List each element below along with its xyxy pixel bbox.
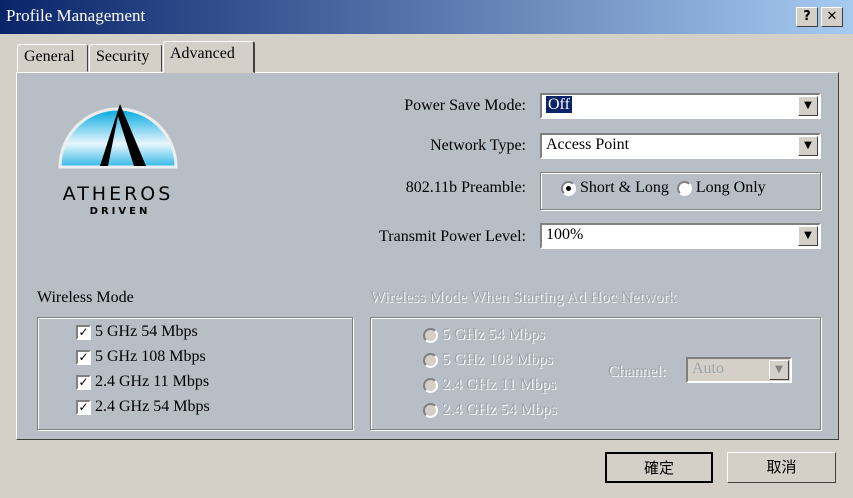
window-title: Profile Management (6, 6, 146, 25)
wireless-mode-group: ✓ 5 GHz 54 Mbps ✓ 5 GHz 108 Mbps ✓ 2.4 G… (37, 317, 353, 430)
adhoc-item: 2.4 GHz 54 Mbps (423, 401, 820, 426)
channel-select: Auto ▼ (686, 357, 792, 383)
atheros-logo: ATHEROS DRIVEN (50, 82, 185, 217)
wireless-mode-item[interactable]: ✓ 5 GHz 54 Mbps (76, 323, 352, 348)
radio-disabled (423, 377, 438, 393)
wireless-mode-label: Wireless Mode (37, 289, 134, 306)
help-button[interactable]: ? (796, 7, 818, 27)
checkbox-checked-icon[interactable]: ✓ (76, 324, 91, 340)
close-button[interactable]: ✕ (821, 7, 843, 27)
wireless-mode-item[interactable]: ✓ 2.4 GHz 11 Mbps (76, 373, 352, 398)
checkbox-checked-icon[interactable]: ✓ (76, 349, 91, 365)
radio-long-only[interactable] (676, 180, 692, 196)
ok-button[interactable]: 確定 (605, 452, 713, 483)
transmit-power-select[interactable]: 100% ▼ (540, 223, 821, 249)
preamble-label: 802.11b Preamble: (405, 179, 526, 196)
radio-short-long[interactable] (561, 180, 576, 196)
tab-general[interactable]: General (17, 44, 88, 72)
channel-label: Channel: (608, 363, 666, 380)
network-type-select[interactable]: Access Point ▼ (540, 133, 821, 159)
adhoc-label: Wireless Mode When Starting Ad Hoc Netwo… (370, 289, 677, 306)
title-bar: Profile Management (0, 0, 853, 34)
network-type-label: Network Type: (430, 137, 526, 154)
wireless-mode-item[interactable]: ✓ 5 GHz 108 Mbps (76, 348, 352, 373)
wireless-mode-item[interactable]: ✓ 2.4 GHz 54 Mbps (76, 398, 352, 423)
adhoc-item: 5 GHz 54 Mbps (423, 326, 820, 351)
svg-text:ATHEROS: ATHEROS (63, 183, 174, 205)
power-save-select[interactable]: Off ▼ (540, 93, 821, 119)
transmit-power-label: Transmit Power Level: (379, 228, 526, 245)
cancel-button[interactable]: 取消 (727, 452, 836, 483)
svg-text:DRIVEN: DRIVEN (90, 206, 151, 217)
preamble-group: Short & Long Long Only (540, 172, 821, 210)
radio-disabled (423, 327, 438, 343)
tab-security[interactable]: Security (89, 44, 162, 72)
radio-disabled (423, 402, 438, 418)
checkbox-checked-icon[interactable]: ✓ (76, 374, 91, 390)
radio-disabled (423, 352, 438, 368)
chevron-down-icon[interactable]: ▼ (798, 226, 818, 246)
power-save-label: Power Save Mode: (404, 97, 526, 114)
tab-advanced[interactable]: Advanced (163, 41, 255, 73)
chevron-down-icon[interactable]: ▼ (798, 96, 818, 116)
chevron-down-icon: ▼ (769, 360, 789, 380)
checkbox-checked-icon[interactable]: ✓ (76, 399, 91, 415)
chevron-down-icon[interactable]: ▼ (798, 136, 818, 156)
